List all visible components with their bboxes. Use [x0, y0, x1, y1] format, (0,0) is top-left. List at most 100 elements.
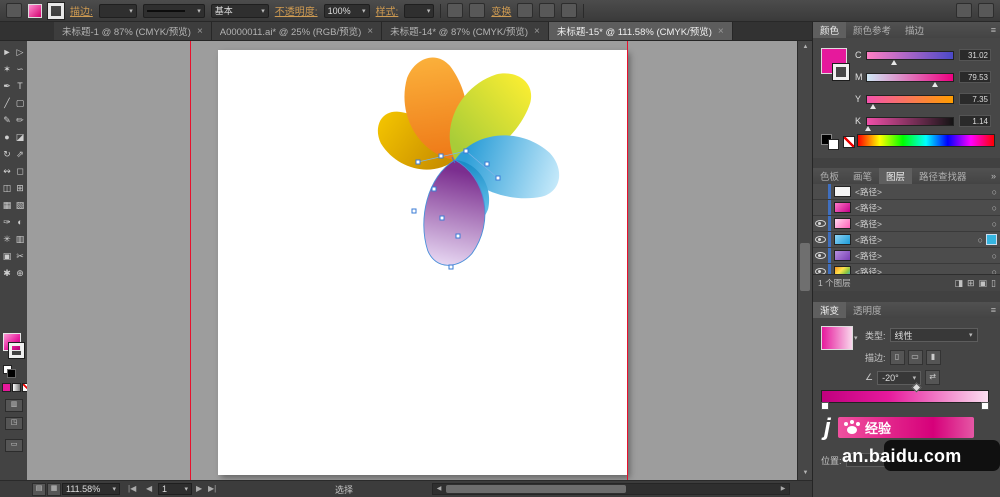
new-sublayer-button[interactable]: ⊞	[967, 278, 975, 289]
fill-color-chip[interactable]	[28, 3, 42, 18]
opacity-link[interactable]: 不透明度:	[275, 3, 318, 18]
tab-pathfinder[interactable]: 路径查找器	[912, 168, 974, 184]
blend-tool[interactable]: ◐	[14, 214, 27, 231]
document-setup-icon[interactable]	[447, 3, 464, 18]
scroll-down-icon[interactable]: ▼	[798, 467, 813, 480]
panel-menu-icon[interactable]: ≡	[986, 302, 1000, 318]
target-icon[interactable]: ○	[992, 219, 997, 229]
align-right-icon[interactable]	[561, 3, 578, 18]
stroke-color-chip[interactable]	[47, 1, 65, 20]
perspective-grid-tool[interactable]: ⊞	[14, 180, 27, 197]
target-icon[interactable]: ○	[992, 187, 997, 197]
brush-definition-select[interactable]: 基本 ▾	[210, 3, 269, 18]
eyedropper-tool[interactable]: ✑	[1, 214, 14, 231]
horizontal-scrollbar[interactable]: ◀ ▶	[432, 483, 790, 495]
tab-brushes[interactable]: 画笔	[846, 168, 879, 184]
transform-link[interactable]: 变换	[491, 3, 511, 18]
make-clipping-mask-button[interactable]: ◨	[954, 278, 963, 289]
document-tab[interactable]: 未标题-14* @ 87% (CMYK/预览) ×	[382, 22, 549, 40]
target-icon[interactable]: ○	[978, 235, 983, 245]
hand-tool[interactable]: ✱	[1, 265, 14, 282]
search-icon[interactable]	[978, 3, 994, 18]
tab-close-icon[interactable]: ×	[718, 26, 724, 37]
document-tab[interactable]: A0000011.ai* @ 25% (RGB/预览) ×	[211, 22, 383, 40]
tab-color[interactable]: 颜色	[813, 22, 847, 38]
eraser-tool[interactable]: ◪	[14, 129, 27, 146]
tab-close-icon[interactable]: ×	[534, 26, 540, 37]
slice-tool[interactable]: ✂	[14, 248, 27, 265]
layer-row[interactable]: <路径> ○	[813, 200, 1000, 216]
paintbrush-tool[interactable]: ✎	[1, 112, 14, 129]
white-swatch[interactable]	[828, 139, 839, 150]
mesh-tool[interactable]: ▦	[1, 197, 14, 214]
magic-wand-tool[interactable]: ✶	[1, 61, 14, 78]
pen-tool[interactable]: ✒	[1, 78, 14, 95]
stroke-style-select[interactable]: ▾	[142, 3, 205, 18]
document-tab[interactable]: 未标题-1 @ 87% (CMYK/预览) ×	[54, 22, 212, 40]
zoom-tool[interactable]: ⊕	[14, 265, 27, 282]
style-link[interactable]: 样式:	[376, 3, 399, 18]
selection-tool[interactable]: ►	[1, 44, 14, 61]
channel-slider[interactable]	[866, 72, 954, 87]
rotate-tool[interactable]: ↻	[1, 146, 14, 163]
color-spectrum-bar[interactable]	[857, 134, 995, 147]
layer-row[interactable]: <路径> ○	[813, 248, 1000, 264]
lasso-tool[interactable]: ∽	[14, 61, 27, 78]
tab-stroke[interactable]: 描边	[898, 22, 931, 38]
gradient-within-stroke-button[interactable]: ▯	[889, 350, 905, 365]
visibility-toggle[interactable]	[813, 252, 828, 259]
opacity-select[interactable]: 100% ▾	[323, 3, 370, 18]
type-tool[interactable]: T	[14, 78, 27, 95]
slider-marker-icon[interactable]	[864, 125, 871, 131]
target-icon[interactable]: ○	[992, 203, 997, 213]
channel-slider[interactable]	[864, 116, 954, 131]
tab-layers[interactable]: 图层	[879, 168, 913, 184]
visibility-toggle[interactable]	[813, 236, 828, 243]
canvas[interactable]	[27, 41, 797, 480]
scale-tool[interactable]: ⇗	[14, 146, 27, 163]
gradient-left-stop[interactable]	[821, 402, 829, 410]
channel-slider[interactable]	[866, 94, 954, 109]
gradient-mode-button[interactable]	[12, 383, 21, 392]
vertical-scroll-thumb[interactable]	[800, 243, 810, 291]
gradient-type-select[interactable]: 线性 ▾	[889, 328, 978, 342]
slider-marker-icon[interactable]	[890, 59, 897, 65]
zoom-select[interactable]: 111.58% ▾	[62, 483, 120, 495]
layer-row[interactable]: <路径> ○	[813, 216, 1000, 232]
tab-close-icon[interactable]: ×	[367, 26, 373, 37]
stroke-link[interactable]: 描边:	[70, 3, 93, 18]
gradient-swatch[interactable]	[821, 326, 853, 350]
style-select[interactable]: ▾	[404, 3, 435, 18]
artboard-tool[interactable]: ▣	[1, 248, 14, 265]
width-tool[interactable]: ↭	[1, 163, 14, 180]
edit-toolbar-button[interactable]: ▭	[5, 439, 23, 452]
channel-value-field[interactable]: 7.35	[959, 93, 991, 105]
status-pages-icon[interactable]: ▦	[47, 483, 61, 496]
column-graph-tool[interactable]: ▥	[14, 231, 27, 248]
screen-mode-button[interactable]: ◳	[5, 417, 23, 430]
target-icon[interactable]: ○	[992, 251, 997, 261]
first-artboard-icon[interactable]: |◀	[128, 483, 136, 495]
slider-marker-icon[interactable]	[931, 81, 938, 87]
default-stroke-icon[interactable]	[7, 369, 16, 378]
layer-row[interactable]: <路径> ○	[813, 184, 1000, 200]
chevron-down-icon[interactable]: ▾	[854, 334, 858, 342]
angle-field[interactable]: -20° ▾	[877, 370, 922, 385]
gradient-tool[interactable]: ▧	[14, 197, 27, 214]
free-transform-tool[interactable]: ◻	[14, 163, 27, 180]
gradient-slider[interactable]	[821, 382, 989, 410]
gradient-across-stroke-button[interactable]: ▮	[925, 350, 941, 365]
workspace-icon[interactable]	[6, 3, 22, 18]
reverse-gradient-button[interactable]: ⇄	[925, 370, 941, 385]
channel-value-field[interactable]: 79.53	[959, 71, 991, 83]
pinwheel-artwork[interactable]	[218, 50, 627, 475]
draw-mode-button[interactable]: ▥	[5, 399, 23, 412]
shape-builder-tool[interactable]: ◫	[1, 180, 14, 197]
delete-layer-button[interactable]: ▯	[991, 278, 996, 289]
artboard-select[interactable]: 1 ▾	[158, 483, 192, 495]
channel-value-field[interactable]: 31.02	[959, 49, 991, 61]
status-grid-icon[interactable]: ▤	[32, 483, 46, 496]
scroll-right-icon[interactable]: ▶	[777, 484, 789, 494]
color-mode-button[interactable]	[2, 383, 11, 392]
direct-selection-tool[interactable]: ▷	[14, 44, 27, 61]
